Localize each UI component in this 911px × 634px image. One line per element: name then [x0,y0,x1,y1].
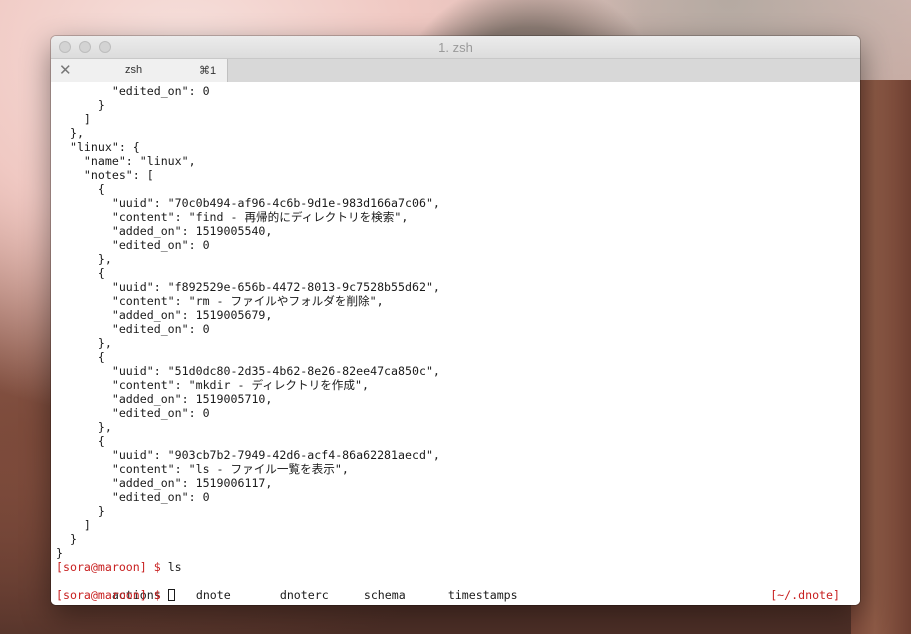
ls-output: actions dnote dnoterc schema timestamps [56,574,840,602]
output-line: { [56,350,105,364]
text-cursor [167,589,175,601]
output-line: "added_on": 1519005679, [56,308,273,322]
output-line: }, [56,420,112,434]
prompt-text: [sora@maroon] $ [56,588,168,602]
output-line: { [56,182,105,196]
terminal-output: "edited_on": 0 } ] }, "linux": { "name":… [56,84,840,602]
output-line: "content": "mkdir - ディレクトリを作成", [56,378,369,392]
window-title: 1. zsh [438,40,473,55]
output-line: ] [56,112,91,126]
title-bar[interactable]: 1. zsh [51,36,860,59]
terminal-window[interactable]: 1. zsh ✕ zsh ⌘1 "edited_on": 0 } ] }, "l… [51,36,860,605]
terminal-content[interactable]: "edited_on": 0 } ] }, "linux": { "name":… [51,82,860,605]
output-line: "edited_on": 0 [56,490,210,504]
output-line: "edited_on": 0 [56,406,210,420]
tab-bar: ✕ zsh ⌘1 [51,59,860,83]
prompt-text: [sora@maroon] $ [56,560,168,574]
output-line: "name": "linux", [56,154,196,168]
output-line: { [56,266,105,280]
output-line: "linux": { [56,140,140,154]
right-prompt: [~/.dnote] [770,588,840,602]
output-line: "content": "rm - ファイルやフォルダを削除", [56,294,384,308]
output-line: "notes": [ [56,168,154,182]
output-line: { [56,434,105,448]
output-line: }, [56,126,84,140]
output-line: } [56,546,63,560]
output-line: "edited_on": 0 [56,322,210,336]
output-line: "uuid": "f892529e-656b-4472-8013-9c7528b… [56,280,440,294]
tab-shortcut: ⌘1 [199,65,217,77]
output-line: } [56,532,77,546]
output-line: "added_on": 1519005540, [56,224,273,238]
output-line: "uuid": "903cb7b2-7949-42d6-acf4-86a6228… [56,448,440,462]
output-line: "uuid": "51d0dc80-2d35-4b62-8e26-82ee47c… [56,364,440,378]
tab-zsh[interactable]: ✕ zsh ⌘1 [51,59,228,82]
output-line: "edited_on": 0 [56,238,210,252]
output-line: } [56,504,105,518]
output-line: "added_on": 1519006117, [56,476,273,490]
output-line: "content": "ls - ファイル一覧を表示", [56,462,349,476]
output-line: "content": "find - 再帰的にディレクトリを検索", [56,210,409,224]
output-line: ] [56,518,91,532]
output-line: "uuid": "70c0b494-af96-4c6b-9d1e-983d166… [56,196,440,210]
prompt-line-current[interactable]: [sora@maroon] $ [~/.dnote] [56,588,840,602]
output-line: }, [56,252,112,266]
tab-label: zsh [125,64,143,76]
prompt-line-ls: [sora@maroon] $ ls [56,560,840,574]
command-text: ls [167,560,182,574]
close-tab-icon[interactable]: ✕ [59,61,72,79]
wallpaper-cliff [851,80,911,634]
output-line: "edited_on": 0 [56,84,210,98]
output-line: } [56,98,105,112]
output-line: "added_on": 1519005710, [56,392,273,406]
output-line: }, [56,336,112,350]
